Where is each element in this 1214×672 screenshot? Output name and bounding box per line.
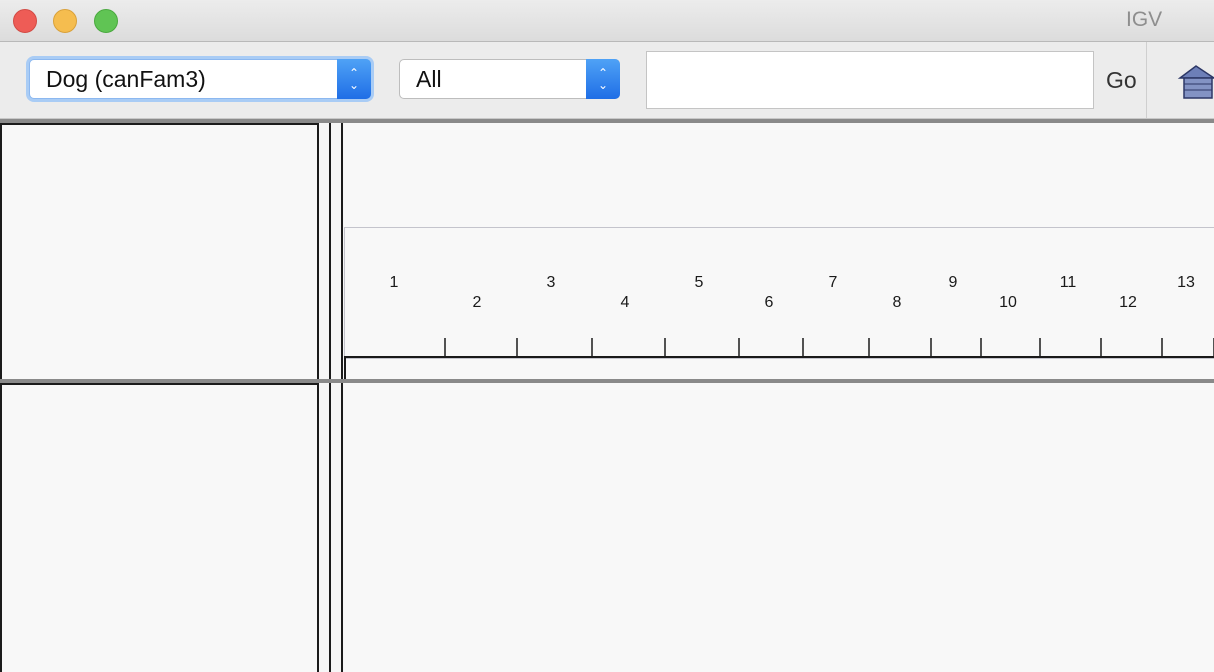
chromosome-select-value: All — [416, 66, 442, 92]
chromosome-label-7[interactable]: 7 — [829, 274, 838, 291]
window-title: IGV — [1126, 8, 1163, 31]
genome-select[interactable]: Dog (canFam3) ⌃ ⌄ — [29, 59, 371, 99]
attribute-panel-divider-lower[interactable] — [329, 383, 331, 672]
toolbar-divider — [1146, 42, 1147, 118]
igv-window: IGV Dog (canFam3) ⌃ ⌄ All ⌃ ⌄ Go 1 2 3 4… — [0, 0, 1214, 672]
chromosome-label-4[interactable]: 4 — [621, 294, 630, 311]
data-panel-divider-lower[interactable] — [341, 383, 343, 672]
chromosome-label-12[interactable]: 12 — [1119, 294, 1137, 311]
chromosome-label-5[interactable]: 5 — [695, 274, 704, 291]
minimize-window-button[interactable] — [53, 9, 77, 33]
close-window-button[interactable] — [13, 9, 37, 33]
chromosome-label-2[interactable]: 2 — [473, 294, 482, 311]
chromosome-label-1[interactable]: 1 — [390, 274, 399, 291]
title-bar: IGV — [0, 0, 1214, 42]
go-button[interactable]: Go — [1106, 67, 1137, 94]
chromosome-select-chevron-icon[interactable]: ⌃ ⌄ — [586, 59, 620, 99]
chromosome-label-9[interactable]: 9 — [949, 274, 958, 291]
track-name-panel — [0, 383, 319, 672]
genome-select-value: Dog (canFam3) — [46, 66, 206, 92]
attribute-panel-divider[interactable] — [329, 123, 331, 381]
header-name-panel — [0, 123, 319, 381]
home-icon[interactable] — [1176, 60, 1214, 100]
maximize-window-button[interactable] — [94, 9, 118, 33]
chromosome-label-3[interactable]: 3 — [547, 274, 556, 291]
data-panel-divider[interactable] — [341, 123, 343, 381]
chromosome-label-6[interactable]: 6 — [765, 294, 774, 311]
locus-search-input[interactable] — [646, 51, 1094, 109]
chromosome-label-10[interactable]: 10 — [999, 294, 1017, 311]
chromosome-label-8[interactable]: 8 — [893, 294, 902, 311]
genome-select-chevron-icon[interactable]: ⌃ ⌄ — [337, 59, 371, 99]
toolbar: Dog (canFam3) ⌃ ⌄ All ⌃ ⌄ Go — [0, 42, 1214, 119]
chromosome-label-13[interactable]: 13 — [1177, 274, 1195, 291]
chromosome-ruler-marks: 12345678910111213 — [344, 274, 1214, 379]
chromosome-label-11[interactable]: 11 — [1060, 274, 1077, 291]
chromosome-select[interactable]: All ⌃ ⌄ — [399, 59, 620, 99]
track-data-panel — [344, 383, 1214, 672]
